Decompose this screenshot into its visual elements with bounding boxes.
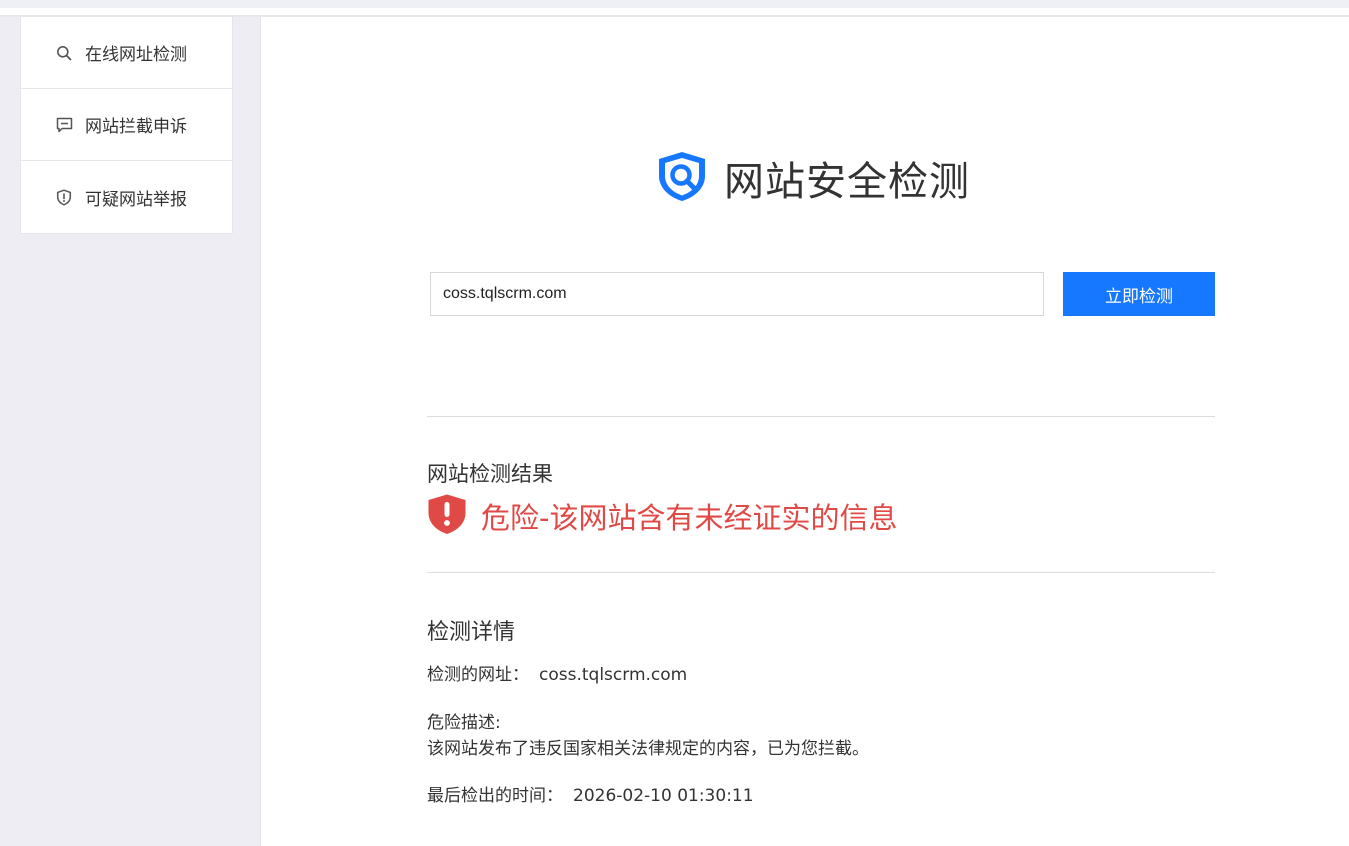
sidebar-menu: 在线网址检测 网站拦截申诉 可疑网站举报 <box>20 17 233 234</box>
detail-time-value: 2026-02-10 01:30:11 <box>573 786 754 806</box>
site-logo: 网站安全检测 <box>654 148 970 208</box>
detail-url-label: 检测的网址： <box>427 665 529 685</box>
result-heading: 网站检测结果 <box>427 462 553 486</box>
danger-shield-icon <box>427 493 467 539</box>
sidebar-item-label: 在线网址检测 <box>85 45 187 65</box>
result-status: 危险-该网站含有未经证实的信息 <box>427 493 897 539</box>
detail-time: 最后检出的时间： 2026-02-10 01:30:11 <box>427 781 754 806</box>
sidebar-item-url-check[interactable]: 在线网址检测 <box>21 17 232 89</box>
sidebar-item-label: 可疑网站举报 <box>85 189 187 210</box>
result-divider <box>427 416 1215 417</box>
details-divider <box>427 572 1215 573</box>
detail-url-value: coss.tqlscrm.com <box>539 665 688 685</box>
detail-url: 检测的网址： coss.tqlscrm.com <box>427 660 687 685</box>
message-icon <box>55 116 73 134</box>
sidebar-item-label: 网站拦截申诉 <box>85 117 187 137</box>
shield-search-icon <box>654 148 710 208</box>
search-icon <box>55 44 73 62</box>
detail-time-label: 最后检出的时间： <box>427 786 563 806</box>
sidebar-item-report[interactable]: 可疑网站举报 <box>21 161 232 233</box>
result-status-text: 危险-该网站含有未经证实的信息 <box>481 501 898 535</box>
sidebar-item-appeal[interactable]: 网站拦截申诉 <box>21 89 232 161</box>
top-strip <box>0 0 1349 8</box>
detail-risk-label: 危险描述: <box>427 713 501 733</box>
shield-alert-icon <box>55 188 73 206</box>
logo-title: 网站安全检测 <box>724 159 970 205</box>
detail-risk-text: 该网站发布了违反国家相关法律规定的内容，已为您拦截。 <box>427 739 869 759</box>
url-input[interactable] <box>430 272 1044 316</box>
check-now-button[interactable]: 立即检测 <box>1063 272 1215 316</box>
details-heading: 检测详情 <box>427 620 516 645</box>
